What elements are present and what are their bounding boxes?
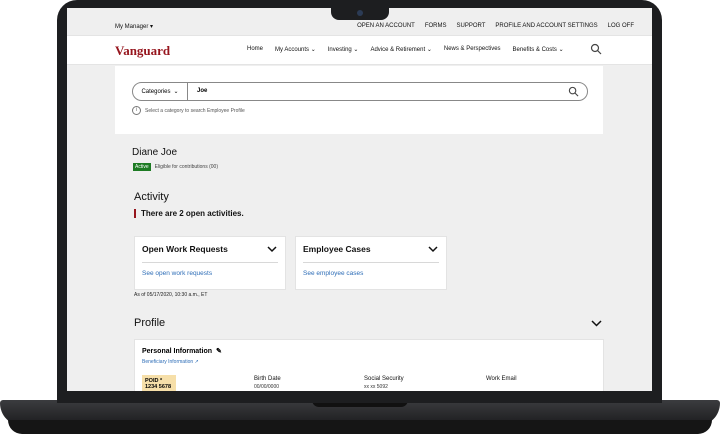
- search-hint-text: Select a category to search Employee Pro…: [145, 107, 245, 114]
- profile-heading: Profile: [134, 317, 166, 329]
- nav-item-label: Investing: [327, 47, 352, 53]
- chevron-down-icon[interactable]: [267, 245, 277, 253]
- nav-item-label: Advice & Retirement: [370, 47, 426, 53]
- open-work-requests-card: Open Work Requests See open work request…: [134, 236, 286, 290]
- camera-icon: [357, 10, 363, 16]
- chevron-down-icon: ⌄: [426, 47, 432, 53]
- utility-link-open-account[interactable]: OPEN AN ACCOUNT: [357, 23, 415, 29]
- status-badge: Active: [133, 163, 151, 171]
- employee-status: Active Eligible for contributions (00): [133, 163, 218, 171]
- section-title: Personal Information: [142, 347, 213, 355]
- search-icon[interactable]: [568, 86, 579, 97]
- nav-item-advice-retirement[interactable]: Advice & Retirement ⌄: [370, 46, 431, 53]
- poid-field: POID * 1234 5678: [142, 375, 176, 391]
- manager-menu[interactable]: My Manager ▾: [115, 23, 153, 30]
- category-label: Categories: [141, 88, 171, 95]
- search-input[interactable]: Joe: [197, 88, 207, 94]
- beneficiary-information-link[interactable]: Beneficiary Information ↗: [142, 359, 199, 365]
- search-icon[interactable]: [590, 43, 602, 55]
- nav-item-label: Benefits & Costs: [512, 47, 557, 53]
- info-icon: i: [132, 106, 141, 115]
- field-value: 00/00/0000: [254, 384, 280, 390]
- chevron-down-icon: ⌄: [353, 47, 359, 53]
- manager-label: My Manager: [115, 24, 149, 30]
- employee-name: Diane Joe: [132, 147, 178, 158]
- nav-item-investing[interactable]: Investing ⌄: [328, 46, 359, 53]
- eligibility-text: Eligible for contributions (00): [154, 164, 218, 170]
- nav-items: Home My Accounts ⌄ Investing ⌄ Advice & …: [247, 46, 564, 53]
- utility-link-support[interactable]: SUPPORT: [457, 23, 486, 29]
- field-label: Birth Date: [254, 376, 281, 382]
- card-title: Open Work Requests: [142, 244, 228, 254]
- search-bar: Categories ⌄ Joe: [132, 82, 588, 101]
- nav-item-label: News & Perspectives: [443, 46, 501, 52]
- screen: My Manager ▾ OPEN AN ACCOUNT FORMS SUPPO…: [67, 8, 652, 391]
- nav-item-home[interactable]: Home: [247, 46, 263, 53]
- divider: [142, 262, 278, 263]
- chevron-down-icon: ▾: [150, 24, 154, 30]
- employee-cases-card: Employee Cases See employee cases: [295, 236, 447, 290]
- utility-link-log-off[interactable]: LOG OFF: [608, 23, 634, 29]
- nav-item-news-perspectives[interactable]: News & Perspectives: [444, 46, 501, 53]
- utility-link-forms[interactable]: FORMS: [425, 23, 447, 29]
- nav-item-my-accounts[interactable]: My Accounts ⌄: [275, 46, 316, 53]
- search-panel: Categories ⌄ Joe i Select a category to …: [115, 66, 603, 134]
- nav-item-label: My Accounts: [275, 47, 310, 53]
- utility-links: OPEN AN ACCOUNT FORMS SUPPORT PROFILE AN…: [357, 23, 634, 29]
- divider: [303, 262, 439, 263]
- category-dropdown[interactable]: Categories ⌄: [133, 83, 188, 100]
- activity-summary: There are 2 open activities.: [134, 209, 244, 218]
- see-employee-cases-link[interactable]: See employee cases: [303, 270, 363, 277]
- chevron-down-icon: ⌄: [310, 47, 316, 53]
- chevron-down-icon: ⌄: [173, 89, 179, 95]
- card-title: Employee Cases: [303, 244, 371, 254]
- vanguard-logo[interactable]: Vanguard: [115, 43, 170, 59]
- field-value: xx xx 5092: [364, 384, 388, 390]
- utility-link-profile-settings[interactable]: PROFILE AND ACCOUNT SETTINGS: [495, 23, 597, 29]
- pencil-icon[interactable]: ✎: [216, 347, 222, 355]
- work-email-field: Work Email: [486, 376, 517, 384]
- external-link-icon: ↗: [194, 359, 199, 365]
- nav-item-label: Home: [247, 46, 264, 52]
- birth-date-field: Birth Date 00/00/0000: [254, 376, 281, 390]
- activity-heading: Activity: [134, 191, 169, 203]
- field-label: Work Email: [486, 376, 517, 382]
- as-of-timestamp: As of 05/17/2020, 10:30 a.m., ET: [134, 292, 208, 298]
- main-nav: Vanguard Home My Accounts ⌄ Investing ⌄ …: [67, 35, 652, 65]
- laptop-foot: [8, 420, 712, 434]
- nav-item-benefits-costs[interactable]: Benefits & Costs ⌄: [513, 46, 564, 53]
- utility-bar: My Manager ▾ OPEN AN ACCOUNT FORMS SUPPO…: [67, 20, 652, 34]
- poid-value: 1234 5678: [145, 384, 171, 390]
- chevron-down-icon[interactable]: [591, 319, 602, 327]
- personal-information-title: Personal Information ✎: [142, 347, 222, 356]
- chevron-down-icon[interactable]: [428, 245, 438, 253]
- social-security-field: Social Security xx xx 5092: [364, 376, 404, 390]
- personal-information-card: Personal Information ✎ Beneficiary Infor…: [134, 339, 604, 391]
- see-open-work-requests-link[interactable]: See open work requests: [142, 270, 212, 277]
- search-hint: i Select a category to search Employee P…: [132, 106, 245, 115]
- link-label: Beneficiary Information: [142, 359, 194, 365]
- field-label: Social Security: [364, 376, 404, 382]
- chevron-down-icon: ⌄: [558, 47, 564, 53]
